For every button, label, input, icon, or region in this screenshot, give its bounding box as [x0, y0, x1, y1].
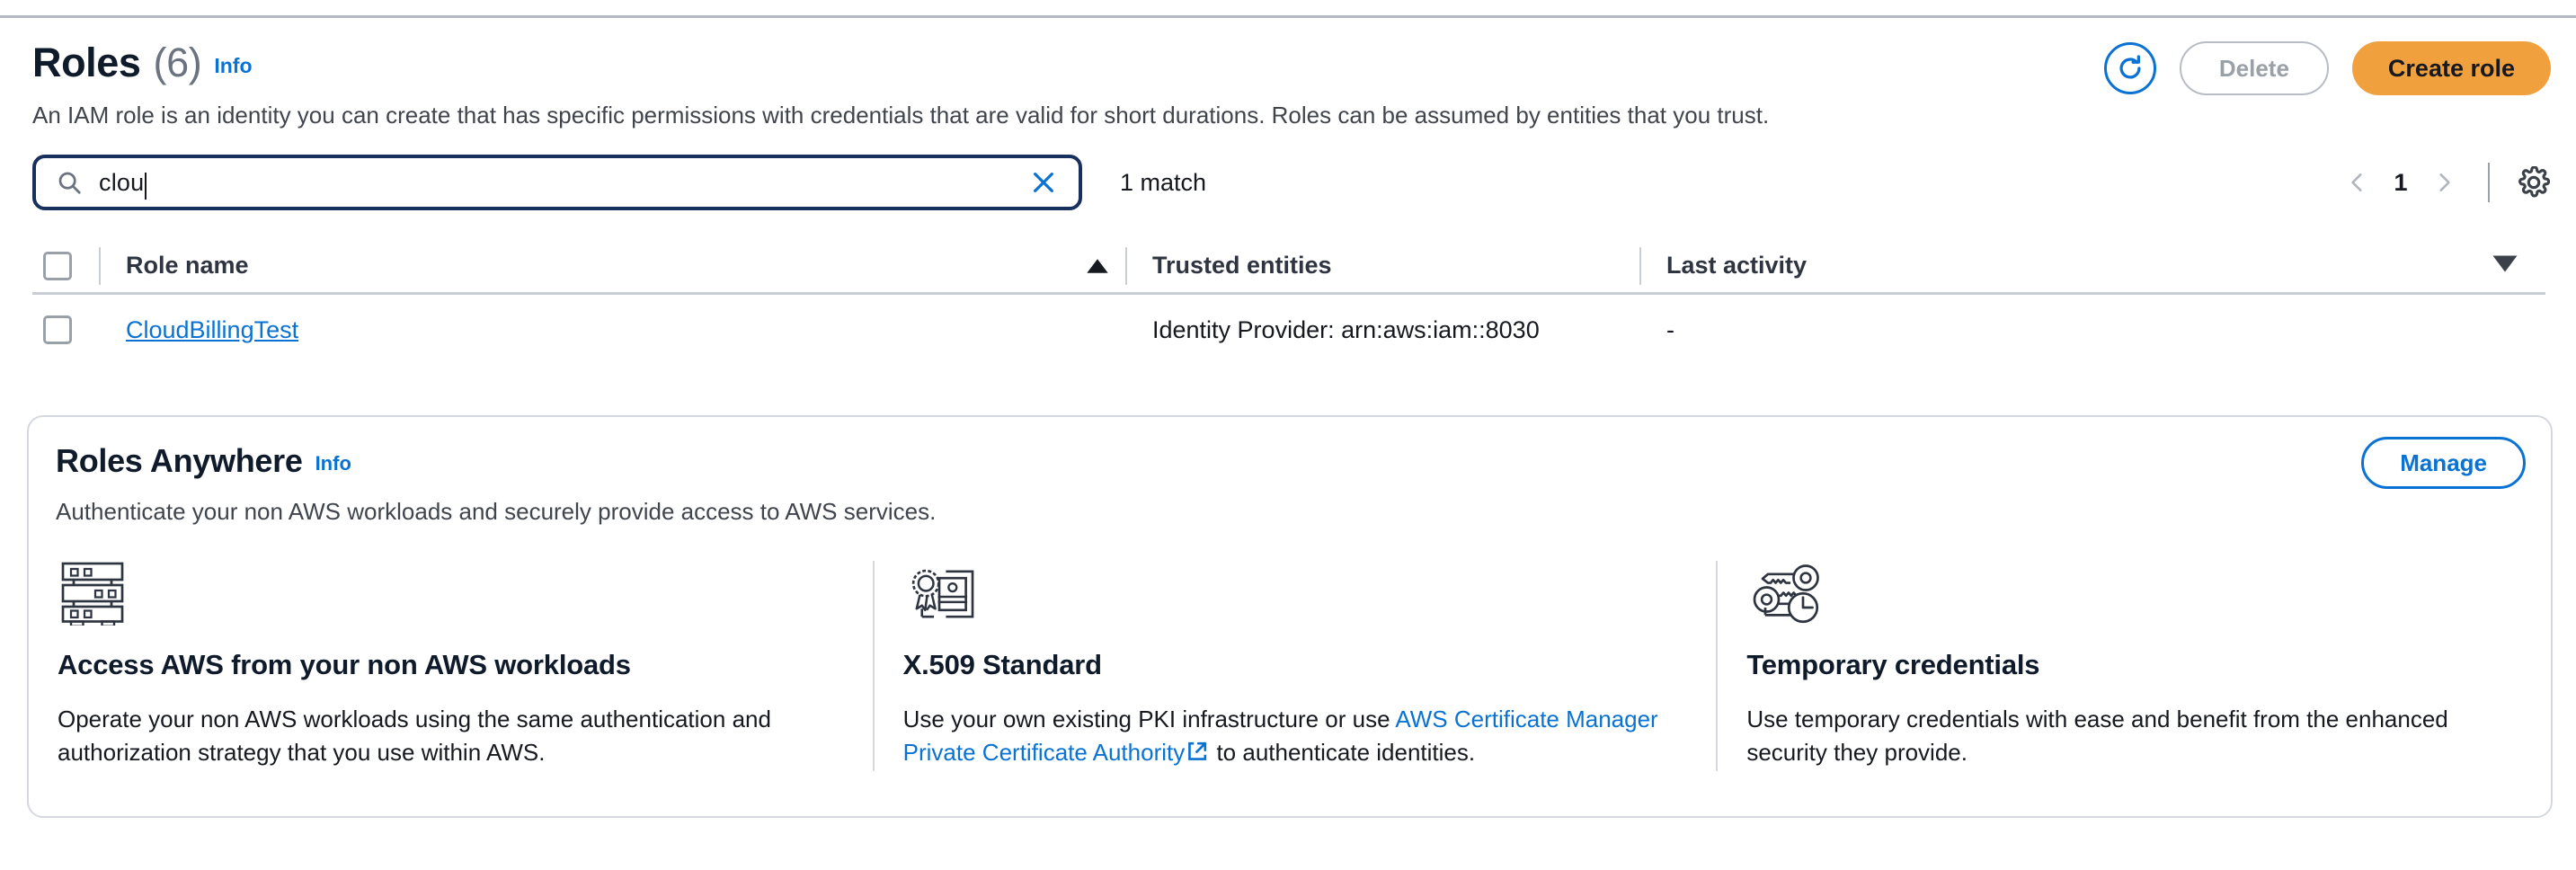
search-value: clou	[99, 169, 144, 197]
page-info-link[interactable]: Info	[214, 54, 252, 78]
roles-anywhere-info-link[interactable]: Info	[315, 452, 351, 475]
roles-count: (6)	[154, 40, 202, 86]
roles-table: Role name Trusted entities Last activity…	[32, 239, 2545, 365]
feature-1-text: Operate your non AWS workloads using the…	[58, 703, 842, 769]
server-rack-icon	[58, 561, 842, 626]
feature-temporary-credentials: Temporary credentials Use temporary cred…	[1716, 561, 2551, 771]
table-row[interactable]: CloudBillingTest Identity Provider: arn:…	[32, 295, 2545, 365]
feature-3-title: Temporary credentials	[1746, 649, 2520, 681]
cell-last-activity: -	[1639, 316, 2179, 344]
header-actions: Delete Create role	[2104, 41, 2551, 95]
column-header-last-activity[interactable]: Last activity	[1641, 239, 2181, 292]
clear-search-button[interactable]	[1025, 164, 1062, 201]
delete-button[interactable]: Delete	[2180, 41, 2329, 95]
search-input[interactable]: clou	[32, 155, 1082, 210]
row-select-cell	[32, 315, 99, 344]
roles-anywhere-title: Roles Anywhere	[56, 442, 303, 480]
pagination: 1	[2333, 160, 2554, 205]
create-role-button[interactable]: Create role	[2352, 41, 2551, 95]
chevron-right-icon	[2432, 169, 2456, 196]
page-number-1[interactable]: 1	[2382, 169, 2420, 197]
cell-trusted-entities: Identity Provider: arn:aws:iam::8030	[1125, 316, 1639, 344]
refresh-button[interactable]	[2104, 42, 2156, 94]
roles-anywhere-features: Access AWS from your non AWS workloads O…	[29, 561, 2551, 771]
gear-icon	[2518, 166, 2550, 199]
role-name-link[interactable]: CloudBillingTest	[126, 316, 298, 344]
select-all-checkbox[interactable]	[43, 252, 72, 280]
roles-anywhere-panel: Roles Anywhere Info Authenticate your no…	[27, 415, 2553, 818]
keys-clock-icon	[1746, 561, 2520, 626]
feature-1-title: Access AWS from your non AWS workloads	[58, 649, 842, 681]
column-header-last-activity-label: Last activity	[1666, 252, 1807, 280]
feature-3-text: Use temporary credentials with ease and …	[1746, 703, 2520, 769]
next-page-button[interactable]	[2420, 160, 2468, 205]
page-title: Roles	[32, 40, 141, 86]
roles-anywhere-header: Roles Anywhere Info Authenticate your no…	[56, 442, 2524, 526]
row-checkbox[interactable]	[43, 315, 72, 344]
column-header-role-name-label: Role name	[126, 252, 249, 280]
prev-page-button[interactable]	[2333, 160, 2382, 205]
column-header-role-name[interactable]: Role name	[101, 239, 1125, 292]
feature-2-text: Use your own existing PKI infrastructure…	[903, 703, 1686, 771]
sort-ascending-icon	[1086, 252, 1109, 280]
page-description: An IAM role is an identity you can creat…	[32, 101, 2544, 131]
feature-2-text-before: Use your own existing PKI infrastructure…	[903, 706, 1396, 732]
feature-x509-standard: X.509 Standard Use your own existing PKI…	[873, 561, 1717, 771]
table-header-row: Role name Trusted entities Last activity	[32, 239, 2545, 295]
refresh-icon	[2115, 53, 2145, 84]
column-header-trusted-entities-label: Trusted entities	[1152, 252, 1332, 280]
text-caret	[145, 173, 147, 200]
pagination-divider	[2488, 163, 2490, 202]
column-header-trusted-entities[interactable]: Trusted entities	[1127, 239, 1639, 292]
cell-role-name: CloudBillingTest	[99, 316, 1125, 344]
feature-2-title: X.509 Standard	[903, 649, 1686, 681]
select-all-cell	[32, 252, 99, 280]
roles-anywhere-title-row: Roles Anywhere Info	[56, 442, 2524, 480]
certificate-icon	[903, 561, 1686, 626]
table-preferences-button[interactable]	[2513, 162, 2554, 203]
feature-access-aws: Access AWS from your non AWS workloads O…	[29, 561, 873, 771]
close-icon	[1029, 168, 1058, 197]
sort-descending-icon[interactable]	[2492, 255, 2518, 276]
manage-button[interactable]: Manage	[2361, 437, 2526, 489]
match-count: 1 match	[1120, 169, 1206, 197]
external-link-icon	[1186, 738, 1208, 771]
roles-anywhere-description: Authenticate your non AWS workloads and …	[56, 498, 2524, 526]
top-divider	[0, 15, 2576, 18]
search-row: clou 1 match	[32, 155, 2544, 210]
search-icon	[56, 169, 83, 196]
feature-2-text-after: to authenticate identities.	[1210, 739, 1475, 766]
chevron-left-icon	[2346, 169, 2369, 196]
